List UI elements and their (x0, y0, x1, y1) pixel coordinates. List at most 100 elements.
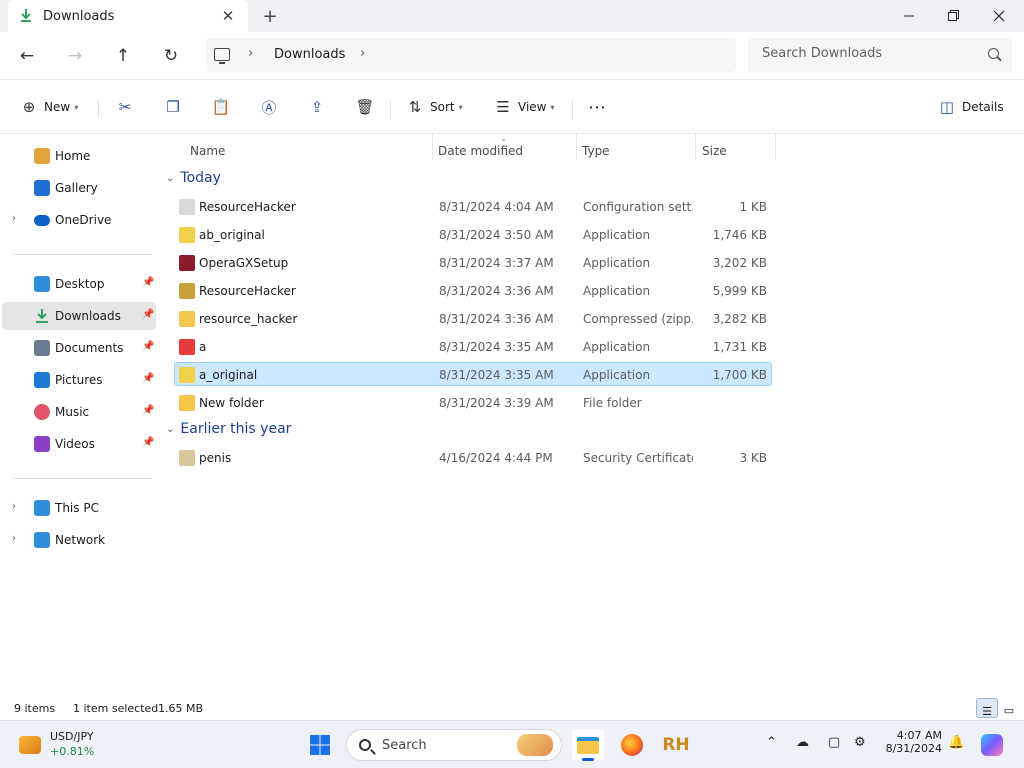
file-name: OperaGXSetup (199, 256, 289, 270)
maximize-button[interactable] (930, 0, 976, 32)
pin-icon[interactable]: 📌 (142, 437, 154, 448)
column-divider[interactable] (432, 134, 433, 160)
file-row[interactable]: ab_original 8/31/2024 3:50 AM Application 1… (174, 222, 772, 246)
file-row[interactable]: ResourceHacker 8/31/2024 4:04 AM Configura… (174, 194, 772, 218)
search-input[interactable] (762, 46, 982, 61)
windows-logo-icon (310, 735, 330, 755)
column-divider[interactable] (576, 134, 577, 160)
file-row[interactable]: New folder 8/31/2024 3:39 AM File folder (174, 390, 772, 414)
more-options-button[interactable]: ⋯ (588, 94, 606, 120)
firefox-taskbar-button[interactable] (616, 729, 648, 761)
taskbar-search[interactable]: Search (346, 729, 562, 761)
file-row[interactable]: a_original 8/31/2024 3:35 AM Application 1,… (174, 362, 772, 386)
column-header-date[interactable]: Date modified (438, 138, 523, 164)
chevron-down-icon: ⌄ (166, 172, 175, 184)
group-header-earlier[interactable]: ⌄ Earlier this year (166, 417, 291, 441)
sidebar-item-videos[interactable]: Videos 📌 (2, 430, 156, 458)
file-row[interactable]: penis 4/16/2024 4:44 PM Security Certifica… (174, 445, 772, 469)
chevron-right-icon[interactable]: › (12, 533, 16, 544)
breadcrumb-downloads[interactable]: Downloads (274, 47, 345, 62)
close-tab-icon[interactable]: ✕ (218, 6, 238, 26)
new-button[interactable]: ⊕ New ▾ (20, 94, 79, 120)
sidebar-item-network[interactable]: › Network (2, 526, 156, 554)
chevron-right-icon[interactable]: › (360, 46, 365, 61)
details-button[interactable]: ◫ Details (938, 94, 1004, 120)
file-explorer-taskbar-button[interactable] (572, 729, 604, 761)
new-tab-button[interactable]: + (258, 5, 282, 27)
chevron-right-icon[interactable]: › (12, 213, 16, 224)
chevron-right-icon[interactable]: › (12, 501, 16, 512)
item-count: 9 items (14, 702, 56, 715)
divider (12, 254, 152, 255)
sidebar-item-documents[interactable]: Documents 📌 (2, 334, 156, 362)
widget-ticker[interactable]: USD/JPY +0.81% (50, 730, 94, 758)
sidebar-item-music[interactable]: Music 📌 (2, 398, 156, 426)
display-icon[interactable]: ▢ (828, 735, 840, 750)
sidebar-item-label: Gallery (55, 181, 98, 195)
file-row[interactable]: ResourceHacker 8/31/2024 3:36 AM Applicati… (174, 278, 772, 302)
group-label: Today (180, 170, 221, 186)
details-label: Details (962, 100, 1004, 114)
tab-title: Downloads (43, 9, 115, 24)
sidebar-item-this-pc[interactable]: › This PC (2, 494, 156, 522)
view-button[interactable]: ☰ View ▾ (494, 94, 554, 120)
pin-icon[interactable]: 📌 (142, 405, 154, 416)
sidebar-item-downloads[interactable]: Downloads 📌 (2, 302, 156, 330)
file-type: Compressed (zipp... (583, 312, 693, 326)
paste-button[interactable]: 📋 (212, 94, 231, 120)
start-button[interactable] (304, 729, 336, 761)
pin-icon[interactable]: 📌 (142, 277, 154, 288)
network-icon (34, 532, 50, 548)
accessibility-icon[interactable]: ⚙ (854, 735, 866, 750)
file-row[interactable]: resource_hacker 8/31/2024 3:36 AM Compress… (174, 306, 772, 330)
up-button[interactable]: ↑ (108, 42, 138, 70)
pin-icon[interactable]: 📌 (142, 309, 154, 320)
refresh-button[interactable]: ↻ (156, 42, 186, 70)
documents-icon (34, 340, 50, 356)
column-divider[interactable] (695, 134, 696, 160)
search-box[interactable] (748, 38, 1012, 72)
close-window-button[interactable] (976, 0, 1022, 32)
sidebar-item-home[interactable]: Home (2, 142, 156, 170)
copilot-button[interactable] (976, 729, 1008, 761)
chevron-down-icon: ▾ (74, 102, 79, 112)
column-header-type[interactable]: Type (582, 138, 610, 164)
file-row[interactable]: OperaGXSetup 8/31/2024 3:37 AM Application… (174, 250, 772, 274)
tab-downloads[interactable]: Downloads ✕ (8, 0, 248, 32)
clock[interactable]: 4:07 AM 8/31/2024 (880, 729, 942, 755)
chevron-up-icon[interactable]: ⌃ (766, 735, 777, 750)
chevron-right-icon[interactable]: › (248, 46, 253, 61)
notification-bell-icon[interactable]: 🔔 (948, 735, 964, 750)
tiles-view-toggle[interactable]: ▭ (998, 698, 1020, 718)
back-button[interactable]: ← (12, 42, 42, 70)
minimize-button[interactable] (886, 0, 932, 32)
cloud-offline-icon[interactable]: ☁ (796, 735, 809, 750)
group-header-today[interactable]: ⌄ Today (166, 166, 221, 190)
cut-button[interactable]: ✂ (116, 94, 134, 120)
details-view-toggle[interactable]: ☰ (976, 698, 998, 718)
pin-icon[interactable]: 📌 (142, 373, 154, 384)
sidebar-item-onedrive[interactable]: › OneDrive (2, 206, 156, 234)
forward-button[interactable]: → (60, 42, 90, 70)
copy-button[interactable]: ❐ (164, 94, 182, 120)
sort-button[interactable]: ⇅ Sort ▾ (406, 94, 463, 120)
selection-size: 1.65 MB (158, 702, 204, 715)
sidebar-item-label: Network (55, 533, 106, 547)
resource-hacker-taskbar-button[interactable]: RH (660, 729, 692, 761)
file-row[interactable]: a 8/31/2024 3:35 AM Application 1,731 KB (174, 334, 772, 358)
selection-count: 1 item selected (73, 702, 159, 715)
share-button[interactable]: ⇪ (308, 94, 326, 120)
column-divider[interactable] (775, 134, 776, 160)
widgets-button[interactable] (14, 729, 46, 761)
column-header-name[interactable]: Name (190, 138, 225, 164)
sidebar-item-pictures[interactable]: Pictures 📌 (2, 366, 156, 394)
pin-icon[interactable]: 📌 (142, 341, 154, 352)
rename-button[interactable]: Ⓐ (260, 94, 278, 120)
search-icon[interactable] (988, 48, 999, 59)
breadcrumb[interactable]: › Downloads › (206, 38, 736, 72)
sidebar-item-desktop[interactable]: Desktop 📌 (2, 270, 156, 298)
column-header-size[interactable]: Size (702, 138, 727, 164)
delete-button[interactable]: 🗑 (355, 94, 374, 120)
sidebar-item-gallery[interactable]: Gallery (2, 174, 156, 202)
file-name: penis (199, 451, 232, 465)
